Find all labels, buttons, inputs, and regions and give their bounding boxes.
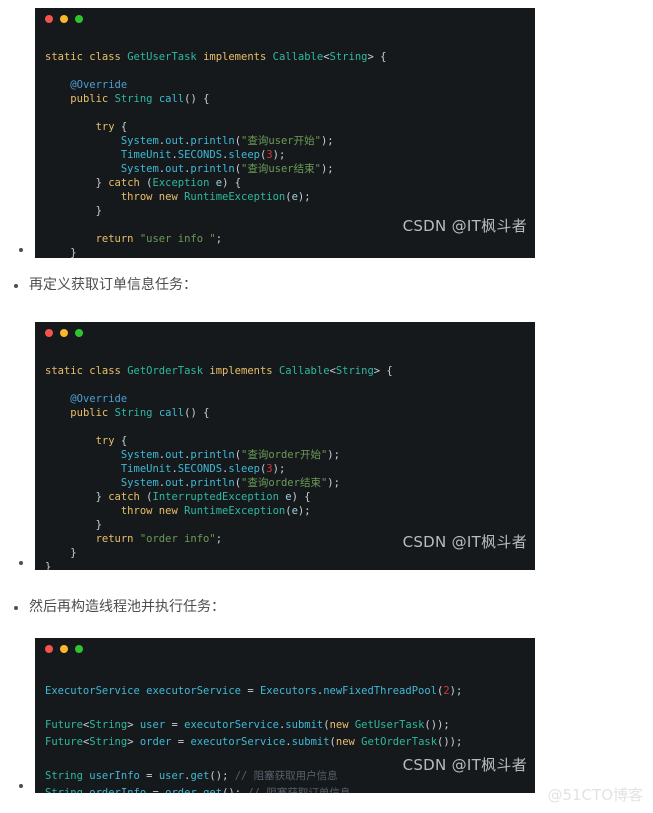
code-window-titlebar: [35, 638, 535, 660]
window-minimize-dot[interactable]: [60, 15, 68, 23]
code-block-thread-pool-exec: ExecutorService executorService = Execut…: [35, 638, 535, 793]
list-item-define-order-task: 再定义获取订单信息任务：: [14, 275, 197, 295]
window-close-dot[interactable]: [45, 645, 53, 653]
bullet-dot-icon: [14, 284, 18, 288]
code-content-thread-pool-exec[interactable]: ExecutorService executorService = Execut…: [35, 660, 535, 793]
list-item-build-thread-pool: 然后再构造线程池并执行任务：: [14, 597, 225, 617]
window-minimize-dot[interactable]: [60, 329, 68, 337]
bullet-dot-icon: [14, 606, 18, 610]
window-close-dot[interactable]: [45, 15, 53, 23]
list-item-label: 再定义获取订单信息任务：: [29, 277, 197, 293]
code-content-get-user-task[interactable]: static class GetUserTask implements Call…: [35, 30, 535, 258]
window-maximize-dot[interactable]: [75, 329, 83, 337]
watermark-51cto: @51CTO博客: [547, 786, 643, 804]
code-window-titlebar: [35, 8, 535, 30]
window-maximize-dot[interactable]: [75, 645, 83, 653]
code-block-get-order-task: static class GetOrderTask implements Cal…: [35, 322, 535, 570]
list-bullet-marker: [19, 561, 23, 565]
code-content-get-order-task[interactable]: static class GetOrderTask implements Cal…: [35, 344, 535, 570]
code-block-get-user-task: static class GetUserTask implements Call…: [35, 8, 535, 258]
list-bullet-marker: [19, 248, 23, 252]
article-page: static class GetUserTask implements Call…: [0, 0, 653, 813]
list-item-label: 然后再构造线程池并执行任务：: [29, 599, 225, 615]
window-maximize-dot[interactable]: [75, 15, 83, 23]
list-bullet-marker: [19, 784, 23, 788]
window-minimize-dot[interactable]: [60, 645, 68, 653]
code-window-titlebar: [35, 322, 535, 344]
window-close-dot[interactable]: [45, 329, 53, 337]
